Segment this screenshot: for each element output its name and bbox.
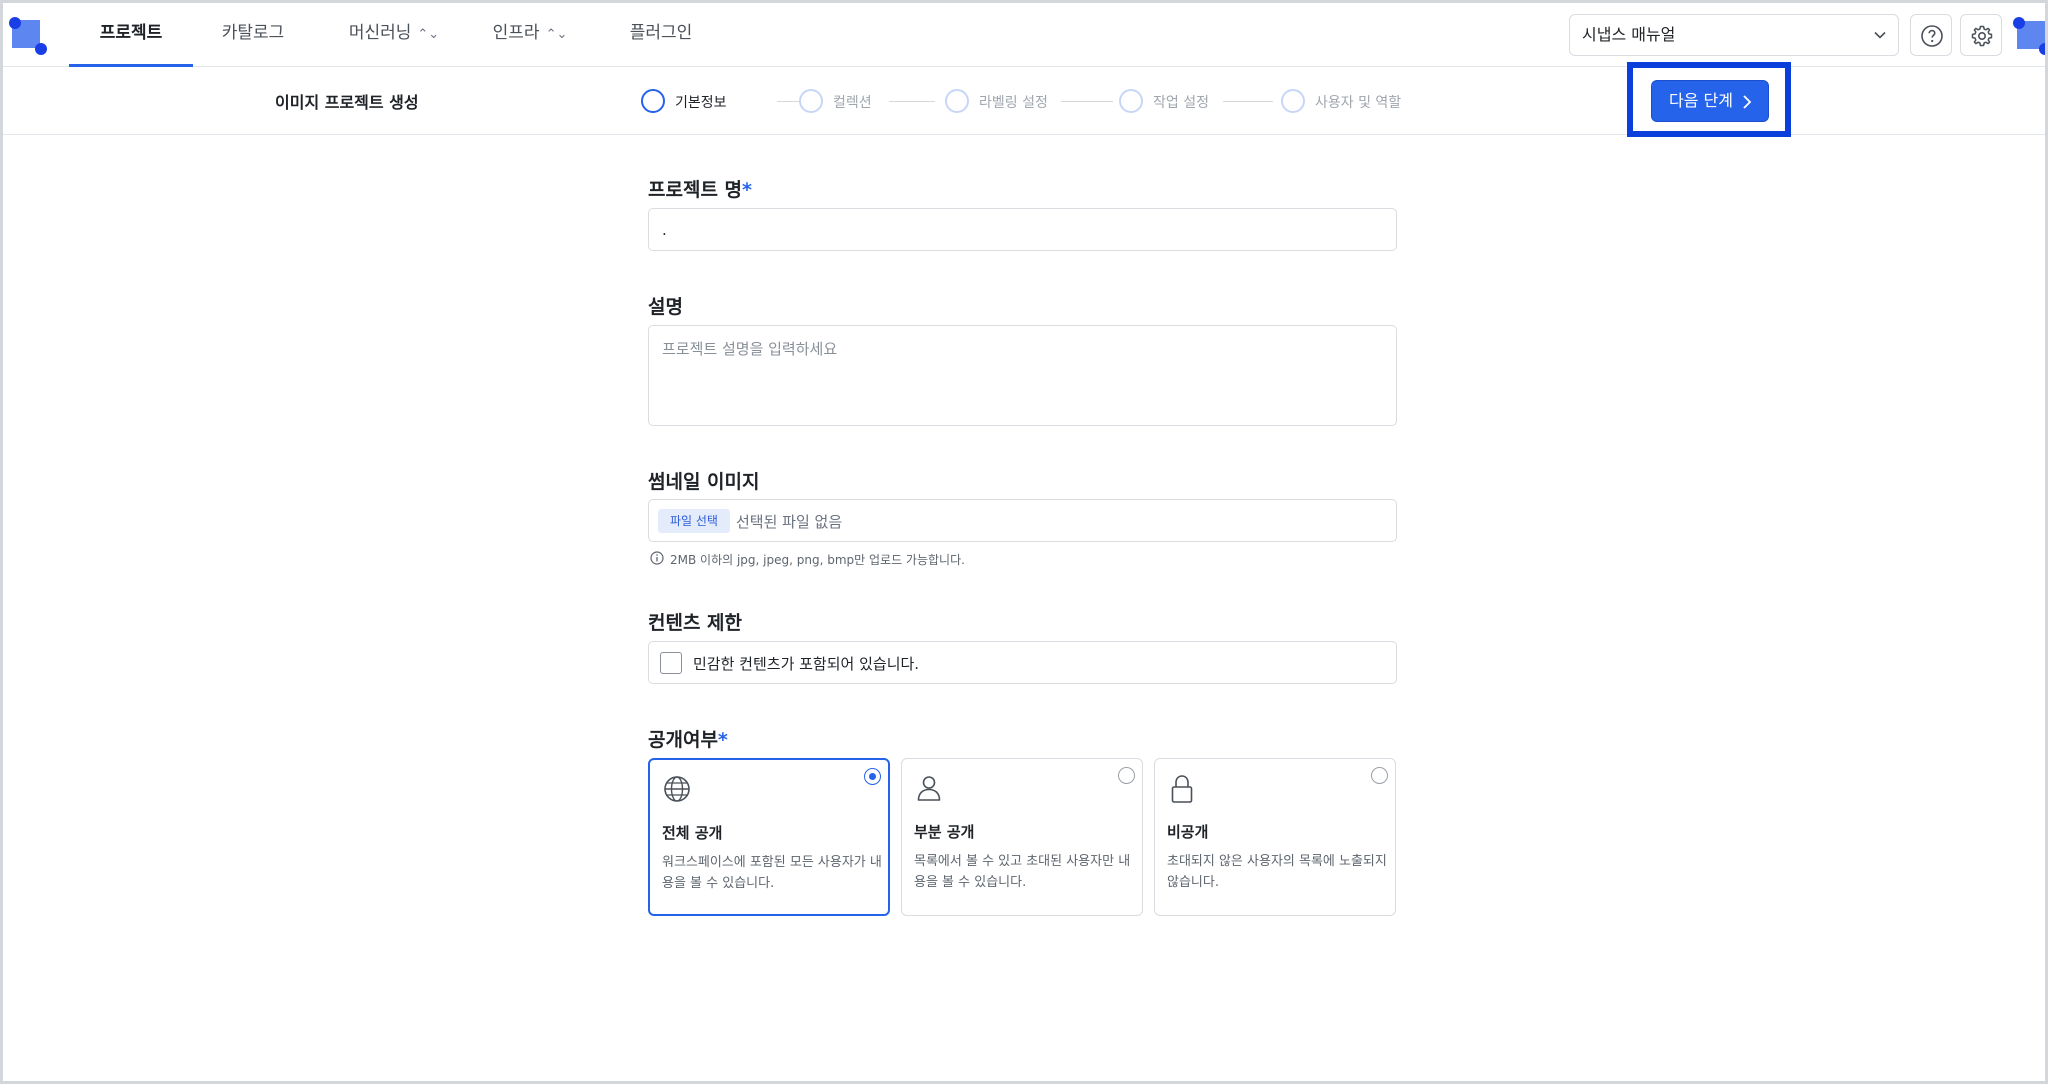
app-window: 프로젝트 카탈로그 머신러닝 ⌃⌄ 인프라 ⌃⌄ 플러그인 시냅스 매뉴얼 이미… (0, 0, 2048, 1084)
app-logo[interactable] (9, 17, 47, 55)
step-indicator (1119, 89, 1143, 113)
visibility-option-private[interactable]: 비공개 초대되지 않은 사용자의 목록에 노출되지 않습니다. (1154, 758, 1396, 916)
radio-private[interactable] (1371, 767, 1388, 784)
settings-button[interactable] (1960, 14, 2002, 56)
nav-tab-infra[interactable]: 인프라 ⌃⌄ (485, 3, 575, 67)
page-title: 이미지 프로젝트 생성 (275, 93, 419, 112)
user-icon (917, 776, 941, 801)
visibility-option-public[interactable]: 전체 공개 워크스페이스에 포함된 모든 사용자가 내용을 볼 수 있습니다. (648, 758, 890, 916)
thumbnail-label: 썸네일 이미지 (648, 471, 760, 493)
nav-tab-machine-learning[interactable]: 머신러닝 ⌃⌄ (339, 3, 449, 67)
nav-tab-catalog[interactable]: 카탈로그 (213, 3, 293, 67)
required-mark: * (717, 729, 728, 751)
step-indicator (799, 89, 823, 113)
nav-tab-projects[interactable]: 프로젝트 (69, 3, 193, 67)
radio-public[interactable] (864, 768, 881, 785)
help-button[interactable] (1910, 14, 1952, 56)
user-avatar[interactable] (2009, 15, 2045, 55)
lock-icon (1171, 775, 1193, 803)
visibility-option-partial[interactable]: 부분 공개 목록에서 볼 수 있고 초대된 사용자만 내용을 볼 수 있습니다. (901, 758, 1143, 916)
info-icon (650, 551, 664, 565)
step-indicator (1281, 89, 1305, 113)
chevron-down-icon (1874, 31, 1886, 39)
step-connector (1223, 101, 1273, 102)
content-restriction-field: 민감한 컨텐츠가 포함되어 있습니다. (648, 641, 1397, 684)
description-textarea[interactable]: 프로젝트 설명을 입력하세요 (648, 325, 1397, 426)
thumbnail-file-input[interactable]: 파일 선택 선택된 파일 없음 (648, 499, 1397, 542)
question-circle-icon (1921, 25, 1943, 47)
chevron-updown-icon: ⌃⌄ (545, 27, 568, 42)
step-connector (889, 101, 935, 102)
workspace-select-value: 시냅스 매뉴얼 (1582, 25, 1676, 44)
workspace-select[interactable]: 시냅스 매뉴얼 (1569, 14, 1899, 56)
chevron-updown-icon: ⌃⌄ (417, 27, 440, 42)
radio-partial[interactable] (1118, 767, 1135, 784)
choose-file-button[interactable]: 파일 선택 (658, 509, 730, 533)
step-connector (1061, 101, 1113, 102)
step-indicator (641, 89, 665, 113)
description-label: 설명 (648, 296, 683, 318)
sensitive-content-checkbox[interactable] (660, 652, 682, 674)
next-step-button[interactable]: 다음 단계 (1651, 80, 1769, 122)
file-status: 선택된 파일 없음 (736, 513, 843, 531)
nav-tab-plugins[interactable]: 플러그인 (621, 3, 701, 67)
gear-icon (1971, 25, 1993, 47)
top-nav: 프로젝트 카탈로그 머신러닝 ⌃⌄ 인프라 ⌃⌄ 플러그인 시냅스 매뉴얼 (3, 3, 2045, 67)
project-name-label: 프로젝트 명* (648, 179, 752, 201)
step-indicator (945, 89, 969, 113)
required-mark: * (742, 179, 752, 201)
chevron-right-icon (1743, 95, 1752, 109)
content-restriction-label: 컨텐츠 제한 (648, 612, 743, 634)
project-name-input[interactable]: . (648, 208, 1397, 251)
sensitive-content-label[interactable]: 민감한 컨텐츠가 포함되어 있습니다. (693, 653, 919, 674)
visibility-label: 공개여부* (648, 729, 728, 751)
globe-icon (664, 776, 690, 802)
